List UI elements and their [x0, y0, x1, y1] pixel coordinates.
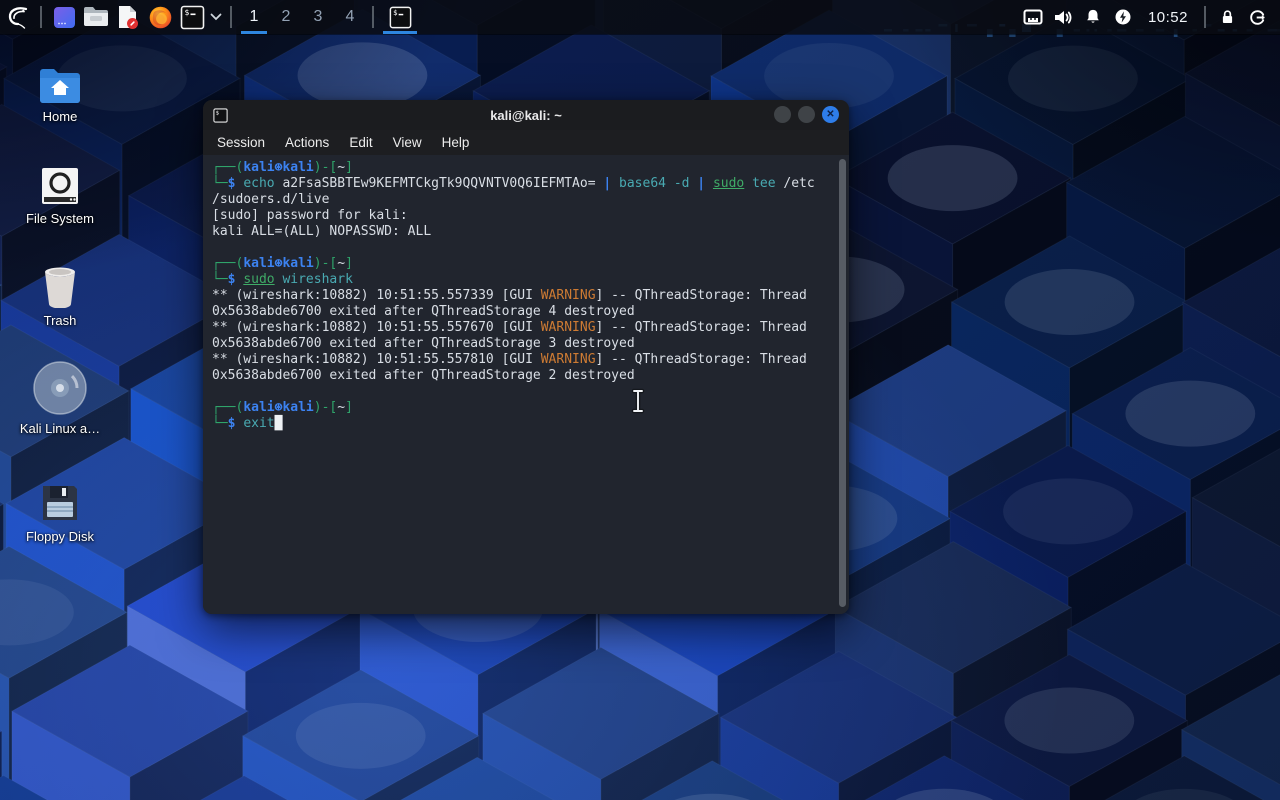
- home-folder-icon: [38, 58, 82, 104]
- terminal-menubar: Session Actions Edit View Help: [203, 130, 849, 155]
- logout-button[interactable]: [1242, 0, 1272, 34]
- menu-view[interactable]: View: [383, 130, 432, 155]
- chevron-down-icon[interactable]: [208, 2, 224, 32]
- terminal-scrollbar[interactable]: [839, 159, 846, 607]
- network-status-button[interactable]: [1018, 0, 1048, 34]
- floppy-disk-icon: [39, 478, 81, 524]
- workspace-button-1[interactable]: 1: [238, 0, 270, 34]
- terminal-icon: $: [180, 5, 205, 30]
- desktop-icon-label: Trash: [44, 313, 77, 328]
- launcher-terminal[interactable]: $: [176, 2, 208, 32]
- terminal-line: ┌──(kali⊛kali)-[~]: [212, 256, 827, 272]
- terminal-line: 0x5638abde6700 exited after QThreadStora…: [212, 304, 827, 320]
- desktop-icon-label: Home: [43, 109, 78, 124]
- hard-drive-icon: [39, 160, 81, 206]
- terminal-line: 0x5638abde6700 exited after QThreadStora…: [212, 336, 827, 352]
- menu-edit[interactable]: Edit: [339, 130, 382, 155]
- menu-session[interactable]: Session: [207, 130, 275, 155]
- terminal-icon: $: [389, 6, 412, 29]
- logout-icon: [1248, 8, 1267, 27]
- terminal-line: └─$ exit█: [212, 416, 827, 432]
- notifications-button[interactable]: [1078, 0, 1108, 34]
- desktop-icon-home[interactable]: Home: [5, 58, 115, 124]
- desktop-icon-file-system[interactable]: File System: [5, 160, 115, 226]
- terminal-line: [212, 384, 827, 400]
- file-manager-icon: [83, 6, 109, 28]
- svg-text:$: $: [184, 8, 189, 17]
- terminal-window: $ kali@kali: ~ ✕ Session Actions Edit Vi…: [203, 100, 849, 614]
- lock-screen-button[interactable]: [1212, 0, 1242, 34]
- close-button[interactable]: ✕: [822, 106, 839, 123]
- notifications-icon: [1084, 8, 1102, 26]
- terminal-line: ** (wireshark:10882) 10:51:55.557810 [GU…: [212, 352, 827, 368]
- svg-text:$: $: [393, 8, 397, 17]
- terminal-output[interactable]: ┌──(kali⊛kali)-[~]└─$ echo a2FsaSBBTEw9K…: [203, 155, 849, 614]
- top-panel: $ 1 2 3 4 $: [0, 0, 1280, 34]
- desktop-icon-kali-live[interactable]: Kali Linux a…: [5, 360, 115, 436]
- terminal-line: ** (wireshark:10882) 10:51:55.557339 [GU…: [212, 288, 827, 304]
- desktop-icon-label: Floppy Disk: [26, 529, 94, 544]
- workspace-number: 1: [250, 8, 259, 26]
- launcher-file-manager[interactable]: [80, 2, 112, 32]
- firefox-icon: [148, 5, 173, 30]
- terminal-line: ┌──(kali⊛kali)-[~]: [212, 160, 827, 176]
- workspace-number: 2: [282, 8, 291, 26]
- terminal-line: /sudoers.d/live: [212, 192, 827, 208]
- maximize-button[interactable]: [798, 106, 815, 123]
- terminal-line: ** (wireshark:10882) 10:51:55.557670 [GU…: [212, 320, 827, 336]
- workspace-number: 4: [346, 8, 355, 26]
- volume-button[interactable]: [1048, 0, 1078, 34]
- text-editor-icon: [116, 4, 140, 30]
- menu-help[interactable]: Help: [432, 130, 480, 155]
- menu-actions[interactable]: Actions: [275, 130, 339, 155]
- desktop-icon-label: File System: [26, 211, 94, 226]
- power-manager-icon: [1114, 8, 1132, 26]
- terminal-line: ┌──(kali⊛kali)-[~]: [212, 400, 827, 416]
- network-icon: [1023, 9, 1043, 26]
- kali-logo-icon: [4, 4, 30, 30]
- panel-separator: [372, 6, 374, 28]
- applications-menu-button[interactable]: [0, 0, 34, 34]
- panel-separator: [40, 6, 42, 28]
- terminal-line: └─$ echo a2FsaSBBTEw9KEFMTCkgTk9QQVNTV0Q…: [212, 176, 827, 192]
- terminal-line: [212, 240, 827, 256]
- launcher-firefox[interactable]: [144, 2, 176, 32]
- launcher-text-editor[interactable]: [112, 2, 144, 32]
- terminal-line: 0x5638abde6700 exited after QThreadStora…: [212, 368, 827, 384]
- terminal-line: [sudo] password for kali:: [212, 208, 827, 224]
- terminal-line: └─$ sudo wireshark: [212, 272, 827, 288]
- lock-icon: [1219, 8, 1236, 26]
- workspace-button-2[interactable]: 2: [270, 0, 302, 34]
- desktop-icon-label: Kali Linux a…: [20, 421, 100, 436]
- trash-icon: [40, 262, 80, 308]
- disc-icon: [32, 360, 88, 416]
- workspace-button-4[interactable]: 4: [334, 0, 366, 34]
- terminal-line: kali ALL=(ALL) NOPASSWD: ALL: [212, 224, 827, 240]
- desktop-icon-floppy-disk[interactable]: Floppy Disk: [5, 478, 115, 544]
- launcher-app-window[interactable]: [48, 2, 80, 32]
- volume-icon: [1053, 9, 1073, 26]
- app-window-icon: [52, 5, 77, 30]
- workspace-button-3[interactable]: 3: [302, 0, 334, 34]
- minimize-button[interactable]: [774, 106, 791, 123]
- panel-clock[interactable]: 10:52: [1138, 9, 1198, 26]
- taskbar-terminal-button[interactable]: $: [380, 0, 420, 34]
- terminal-titlebar[interactable]: $ kali@kali: ~ ✕: [203, 100, 849, 130]
- workspace-number: 3: [314, 8, 323, 26]
- desktop-icon-trash[interactable]: Trash: [5, 262, 115, 328]
- panel-separator: [1204, 6, 1206, 28]
- workspace-switcher: 1 2 3 4: [238, 0, 366, 34]
- window-title: kali@kali: ~: [203, 108, 849, 123]
- power-manager-button[interactable]: [1108, 0, 1138, 34]
- panel-separator: [230, 6, 232, 28]
